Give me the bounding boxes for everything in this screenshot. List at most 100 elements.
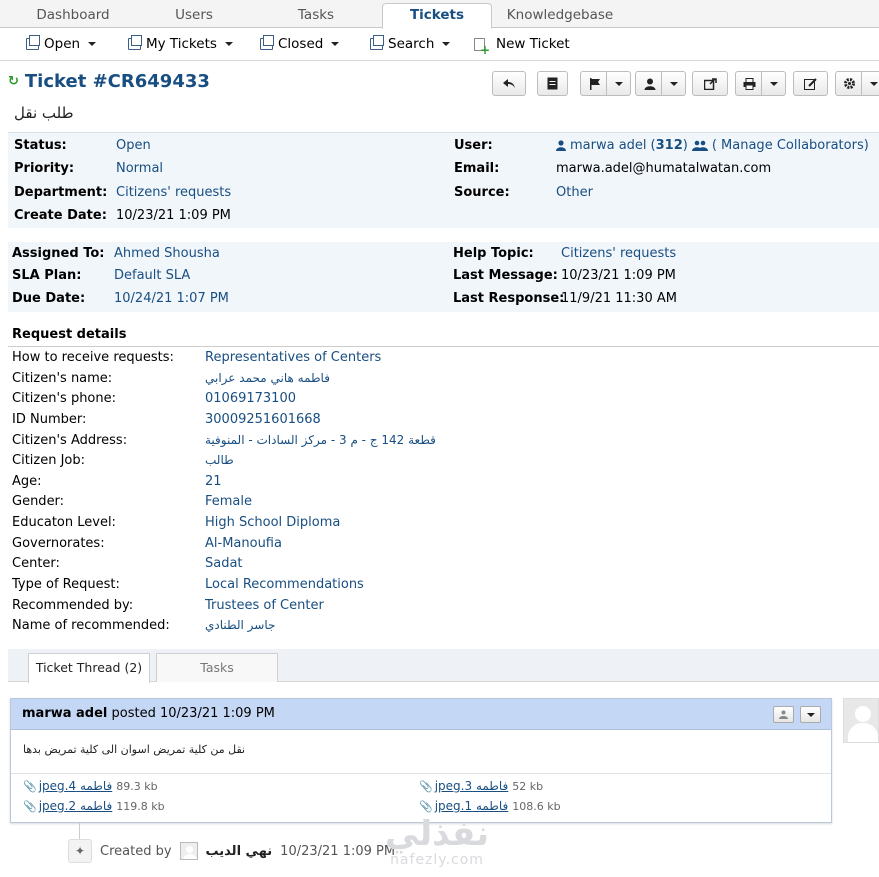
email-value: marwa.adel@humatalwatan.com [556, 161, 772, 176]
attachment-size: 108.6 kb [512, 800, 561, 813]
edit-ticket-button[interactable] [793, 71, 828, 96]
transfer-icon [703, 77, 717, 90]
request-detail-value: طالب [205, 453, 234, 467]
transfer-button[interactable] [692, 71, 728, 96]
tab-tasks[interactable]: Tasks [156, 653, 278, 682]
my-tickets-menu[interactable]: My Tickets [128, 35, 233, 52]
message-user-button[interactable] [773, 706, 794, 723]
ticket-title: ↻ Ticket #CR649433 [8, 71, 210, 92]
sub-navigation: Open My Tickets Closed Search New Ticket [0, 29, 879, 61]
chevron-down-icon [88, 42, 97, 46]
open-tickets-menu[interactable]: Open [26, 35, 97, 52]
request-detail-value: Representatives of Centers [205, 350, 382, 365]
attachment-link[interactable]: فاطمه 3.jpeg [435, 779, 509, 793]
user-ticket-count[interactable]: (312) [651, 138, 688, 153]
request-detail-label: Citizen's name: [12, 371, 113, 386]
request-detail-label: ID Number: [12, 412, 87, 427]
new-ticket-label: New Ticket [496, 36, 570, 52]
source-value: Other [556, 185, 593, 200]
last-response-label: Last Response: [453, 291, 565, 306]
request-detail-value: 21 [205, 474, 222, 489]
tab-tasks[interactable]: Tasks [262, 4, 370, 28]
last-response-value: 11/9/21 11:30 AM [561, 291, 677, 306]
attachment-link[interactable]: فاطمه 2.jpeg [39, 799, 113, 813]
attachment-link[interactable]: فاطمه 4.jpeg [39, 779, 113, 793]
new-ticket-button[interactable]: New Ticket [474, 36, 570, 56]
button-divider [605, 72, 607, 95]
manage-collaborators-link[interactable]: ( Manage Collaborators) [712, 138, 869, 153]
reply-button[interactable] [492, 71, 526, 96]
request-detail-row: Citizen's phone: 01069173100 [12, 391, 872, 411]
email-label: Email: [454, 161, 500, 176]
watermark: نفذلي nafezly.com [382, 815, 492, 867]
request-detail-value: قطعة 142 ج - م 3 - مركز السادات - المنوف… [205, 433, 436, 447]
chevron-down-icon [614, 81, 623, 86]
request-detail-label: Citizen's phone: [12, 391, 116, 406]
ticket-subject: طلب نقل [14, 104, 74, 122]
paperclip-icon: 📎 [23, 780, 37, 793]
last-message-value: 10/23/21 1:09 PM [561, 268, 676, 283]
avatar-body [848, 723, 878, 742]
timeline-line [79, 823, 80, 839]
settings-icon [844, 78, 855, 89]
priority-label: Priority: [14, 161, 75, 176]
assignment-info-block: Assigned To: Ahmed Shousha SLA Plan: Def… [8, 242, 879, 312]
request-detail-value: Trustees of Center [205, 598, 324, 613]
request-detail-label: Governorates: [12, 536, 105, 551]
attachment-size: 89.3 kb [116, 780, 158, 793]
tab-dashboard[interactable]: Dashboard [12, 4, 134, 28]
divider [8, 346, 879, 347]
request-detail-value: Al-Manoufia [205, 536, 282, 551]
edit-icon [804, 77, 817, 90]
print-menu-button[interactable] [735, 71, 786, 96]
tickets-icon [26, 35, 40, 50]
tickets-icon [260, 35, 274, 50]
request-detail-value: 01069173100 [205, 391, 296, 406]
message-body: نقل من كلية تمريض اسوان الى كلية تمريض ب… [23, 743, 246, 756]
request-detail-label: Recommended by: [12, 598, 134, 613]
tab-ticket-thread[interactable]: Ticket Thread (2) [28, 653, 150, 683]
sla-plan-value: Default SLA [114, 268, 191, 283]
ticket-number[interactable]: Ticket #CR649433 [25, 71, 210, 92]
tab-users[interactable]: Users [140, 4, 248, 28]
due-date-label: Due Date: [12, 291, 86, 306]
priority-value: Normal [116, 161, 164, 176]
attachment-link[interactable]: فاطمه 1.jpeg [435, 799, 509, 813]
user-count-close-paren: ) [682, 138, 688, 153]
request-detail-row: Citizen's Address: قطعة 142 ج - م 3 - مرك… [12, 433, 872, 453]
request-detail-value: Local Recommendations [205, 577, 364, 592]
paperclip-icon: 📎 [23, 800, 37, 813]
open-label: Open [44, 36, 81, 52]
assign-menu-button[interactable] [635, 71, 686, 96]
request-detail-row: Age: 21 [12, 474, 872, 494]
avatar [179, 842, 198, 860]
request-detail-label: Center: [12, 556, 60, 571]
message-options-button[interactable] [800, 706, 821, 723]
refresh-icon[interactable]: ↻ [8, 74, 19, 89]
request-details-title: Request details [12, 327, 127, 342]
paperclip-icon: 📎 [419, 800, 433, 813]
thread-event: ✦ Created by نهي الديب 10/23/21 1:09 PM [68, 839, 395, 863]
chevron-down-icon [870, 81, 878, 86]
tab-tickets[interactable]: Tickets [382, 3, 492, 29]
post-note-button[interactable] [537, 71, 568, 96]
button-divider [861, 72, 862, 95]
thread-tabs: Ticket Thread (2) Tasks [8, 649, 879, 683]
flag-menu-button[interactable] [580, 71, 631, 96]
request-detail-row: Center: Sadat [12, 556, 872, 576]
flag-icon [589, 77, 600, 90]
message-poster: marwa adel posted 10/23/21 1:09 PM [22, 706, 275, 721]
department-value: Citizens' requests [116, 185, 232, 200]
search-menu[interactable]: Search [370, 35, 451, 52]
department-label: Department: [14, 185, 108, 200]
settings-menu-button[interactable] [835, 71, 879, 96]
user-count-number: 312 [655, 138, 683, 153]
attachment-item: 📎 فاطمه 4.jpeg 89.3 kb [23, 779, 158, 793]
collaborators-icon [691, 140, 708, 151]
request-detail-row: Type of Request: Local Recommendations [12, 577, 872, 597]
closed-tickets-menu[interactable]: Closed [260, 35, 340, 52]
request-detail-value: Sadat [205, 556, 243, 571]
user-name-link[interactable]: marwa adel [570, 138, 647, 153]
request-detail-value: High School Diploma [205, 515, 341, 530]
tab-knowledgebase[interactable]: Knowledgebase [500, 4, 620, 28]
